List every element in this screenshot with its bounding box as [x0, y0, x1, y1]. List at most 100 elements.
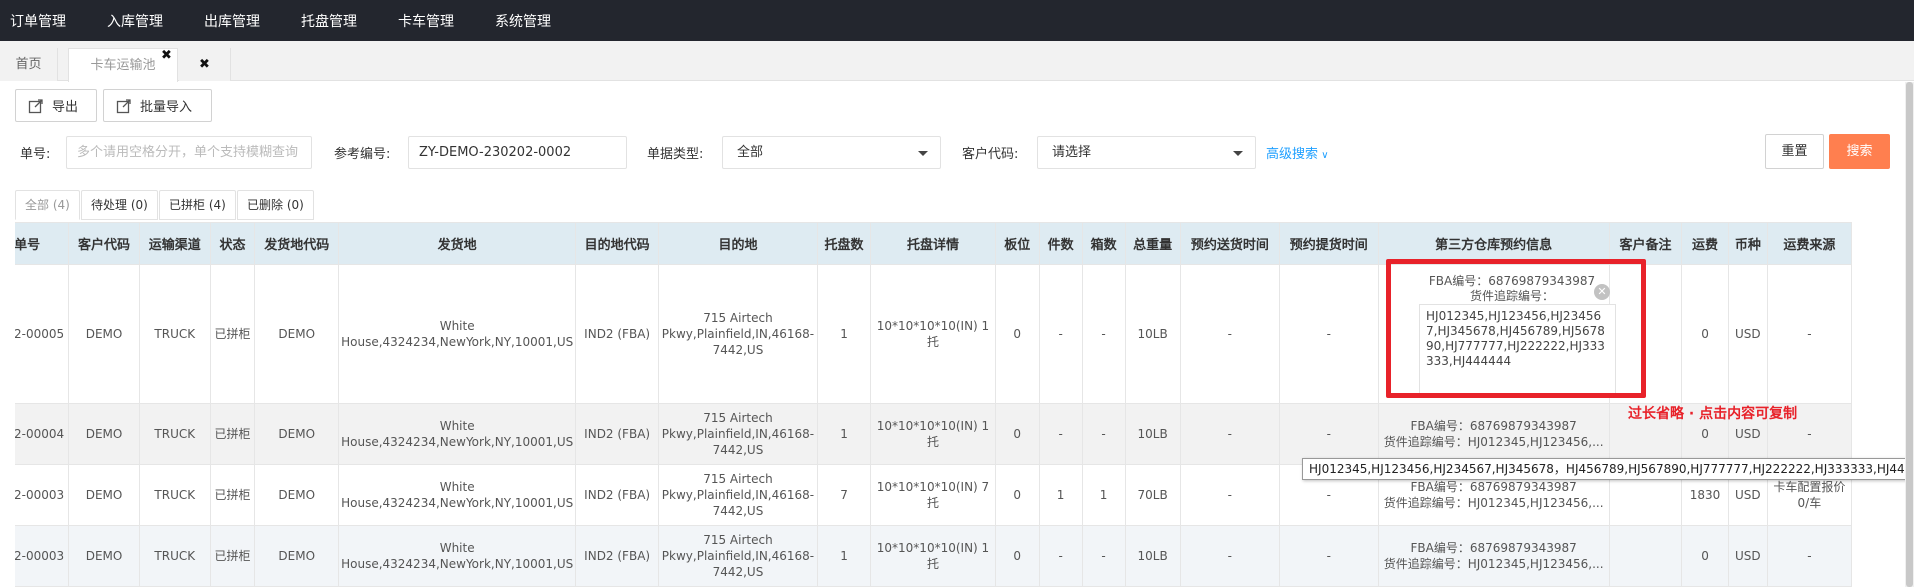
cell-pickup-time: -	[1279, 264, 1379, 404]
cell-boxes: 1	[1081, 464, 1126, 526]
chevron-down-icon: ∨	[1318, 150, 1329, 161]
close-all-tabs-icon[interactable]: ✖	[179, 48, 231, 81]
col-pieces: 件数	[1038, 222, 1083, 265]
nav-pallet-management[interactable]: 托盘管理	[301, 11, 357, 31]
table-row[interactable]: 02-00003DEMOTRUCK已拼柜DEMOWhite House,4324…	[15, 525, 1853, 587]
cell-pieces: -	[1038, 403, 1083, 465]
cell-weight: 10LB	[1124, 403, 1181, 465]
cell-channel: TRUCK	[138, 264, 211, 404]
col-fee: 运费	[1681, 222, 1729, 265]
popup-close-icon[interactable]: ✕	[1594, 284, 1610, 300]
cell-origin: White House,4324234,NewYork,NY,10001,US	[338, 525, 577, 587]
cell-pickup-time: -	[1279, 525, 1379, 587]
popup-tracking-textarea[interactable]: HJ012345,HJ123456,HJ234567,HJ345678,HJ45…	[1419, 304, 1616, 395]
col-boxes: 箱数	[1081, 222, 1126, 265]
cell-pallet-count: 7	[816, 464, 872, 526]
advanced-search-link[interactable]: 高级搜索 ∨	[1266, 143, 1329, 162]
order-no-input[interactable]	[66, 136, 312, 169]
scrollbar-thumb[interactable]	[1906, 82, 1913, 587]
cell-status: 已拼柜	[209, 525, 256, 587]
top-nav: 订单管理 入库管理 出库管理 托盘管理 卡车管理 系统管理	[0, 0, 1914, 41]
cell-origin: White House,4324234,NewYork,NY,10001,US	[338, 403, 577, 465]
cell-pieces: 1	[1038, 464, 1083, 526]
annotation-text: 过长省略 · 点击内容可复制	[1628, 406, 1798, 422]
vertical-scrollbar[interactable]	[1905, 82, 1914, 587]
batch-import-button[interactable]: 批量导入	[103, 89, 212, 122]
customer-code-select[interactable]: 请选择	[1037, 136, 1256, 169]
nav-inbound-management[interactable]: 入库管理	[107, 11, 163, 31]
cell-fee-source: -	[1766, 525, 1853, 587]
cell-fee: 0	[1681, 264, 1729, 404]
cell-channel: TRUCK	[138, 525, 211, 587]
cell-origin-code: DEMO	[254, 403, 340, 465]
cell-slot: 0	[994, 464, 1040, 526]
caret-down-icon	[918, 151, 928, 156]
status-tab-deleted[interactable]: 已删除 (0)	[237, 190, 314, 220]
doc-type-select[interactable]: 全部	[722, 136, 941, 169]
cell-delivery-time: -	[1179, 525, 1281, 587]
cell-weight: 70LB	[1124, 464, 1181, 526]
caret-down-icon	[1233, 151, 1243, 156]
cell-pallet-count: 1	[816, 403, 872, 465]
nav-outbound-management[interactable]: 出库管理	[204, 11, 260, 31]
reset-button[interactable]: 重置	[1765, 134, 1824, 169]
batch-import-label: 批量导入	[140, 100, 193, 115]
cell-weight: 10LB	[1124, 264, 1181, 404]
cell-boxes: -	[1081, 403, 1126, 465]
col-origin: 发货地	[338, 222, 577, 265]
third-party-fba[interactable]: FBA编号：68769879343987	[1381, 418, 1607, 434]
tab-truck-pool[interactable]: 卡车运输池 ✖	[68, 48, 178, 82]
third-party-tracking[interactable]: 货件追踪编号：HJ012345,HJ123456,...	[1381, 434, 1607, 450]
cell-delivery-time: -	[1179, 464, 1281, 526]
cell-pallet-count: 1	[816, 525, 872, 587]
third-party-tracking[interactable]: 货件追踪编号：HJ012345,HJ123456,...	[1381, 556, 1607, 572]
cell-dest: 715 Airtech Pkwy,Plainfield,IN,46168-744…	[658, 525, 818, 587]
third-party-popup: FBA编号：68769879343987 货件追踪编号： ✕ HJ012345,…	[1387, 262, 1645, 395]
cell-dest: 715 Airtech Pkwy,Plainfield,IN,46168-744…	[658, 464, 818, 526]
cell-order-no: 02-00005	[15, 264, 70, 404]
export-label: 导出	[52, 100, 79, 115]
cell-customer-code: DEMO	[68, 264, 140, 404]
third-party-tracking[interactable]: 货件追踪编号：HJ012345,HJ123456,...	[1381, 495, 1607, 511]
cell-weight: 10LB	[1124, 525, 1181, 587]
third-party-fba[interactable]: FBA编号：68769879343987	[1381, 540, 1607, 556]
search-button[interactable]: 搜索	[1829, 134, 1890, 169]
status-tab-consolidated[interactable]: 已拼柜 (4)	[159, 190, 236, 220]
export-button[interactable]: 导出	[15, 89, 97, 122]
col-pickup-time: 预约提货时间	[1279, 222, 1379, 265]
ref-no-input[interactable]	[408, 136, 627, 169]
cell-third-party[interactable]: FBA编号：68769879343987 货件追踪编号：HJ012345,HJ12…	[1377, 525, 1610, 587]
import-icon	[116, 98, 131, 113]
tab-home[interactable]: 首页	[0, 48, 58, 81]
doc-type-label: 单据类型:	[647, 147, 704, 162]
col-weight: 总重量	[1124, 222, 1181, 265]
cell-pallet-detail: 10*10*10*10(IN) 7托	[870, 464, 996, 526]
nav-order-management[interactable]: 订单管理	[10, 11, 66, 31]
nav-system-management[interactable]: 系统管理	[495, 11, 551, 31]
col-origin-code: 发货地代码	[254, 222, 340, 265]
status-tab-all[interactable]: 全部 (4)	[15, 190, 80, 220]
cell-slot: 0	[994, 403, 1040, 465]
cell-dest-code: IND2 (FBA)	[575, 525, 660, 587]
third-party-fba[interactable]: FBA编号：68769879343987	[1381, 479, 1607, 495]
cell-dest-code: IND2 (FBA)	[575, 264, 660, 404]
cell-origin: White House,4324234,NewYork,NY,10001,US	[338, 264, 577, 404]
nav-truck-management[interactable]: 卡车管理	[398, 11, 454, 31]
col-status: 状态	[209, 222, 256, 265]
col-currency: 币种	[1727, 222, 1768, 265]
cell-third-party[interactable]: FBA编号：68769879343987 货件追踪编号：HJ012345,HJ12…	[1377, 403, 1610, 465]
status-tab-pending[interactable]: 待处理 (0)	[81, 190, 158, 220]
cell-pieces: -	[1038, 264, 1083, 404]
cell-currency: USD	[1727, 525, 1768, 587]
cell-status: 已拼柜	[209, 464, 256, 526]
tab-close-icon[interactable]: ✖	[161, 39, 172, 72]
col-customer-code: 客户代码	[68, 222, 140, 265]
cell-customer-code: DEMO	[68, 525, 140, 587]
cell-currency: USD	[1727, 264, 1768, 404]
col-transport-channel: 运输渠道	[138, 222, 211, 265]
export-icon	[28, 98, 43, 113]
table-row[interactable]: 02-00004DEMOTRUCK已拼柜DEMOWhite House,4324…	[15, 403, 1853, 465]
cell-delivery-time: -	[1179, 264, 1281, 404]
cell-customer-code: DEMO	[68, 403, 140, 465]
cell-status: 已拼柜	[209, 403, 256, 465]
